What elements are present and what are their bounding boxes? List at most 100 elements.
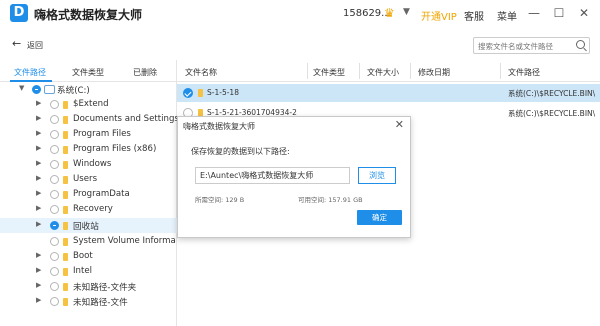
tab-file-type[interactable]: 文件类型 bbox=[72, 67, 104, 78]
folder-icon bbox=[63, 298, 68, 306]
tree-item[interactable]: System Volume Informa bbox=[0, 234, 177, 249]
tree-item-label: $Extend bbox=[73, 99, 109, 109]
item-checkbox[interactable] bbox=[50, 145, 59, 154]
search-input[interactable] bbox=[478, 40, 570, 52]
item-checkbox[interactable] bbox=[50, 100, 59, 109]
crown-icon: ♛ bbox=[384, 6, 395, 20]
file-list-header: 文件名称 文件类型 文件大小 修改日期 文件路径 bbox=[177, 60, 600, 82]
column-divider[interactable] bbox=[307, 63, 308, 79]
row-file-path: 系统(C:)\$RECYCLE.BIN\ bbox=[508, 89, 596, 98]
tree-item-label: Program Files bbox=[73, 129, 131, 139]
app-logo-icon: D bbox=[10, 4, 28, 22]
chevron-right-icon[interactable]: ▶ bbox=[36, 189, 41, 197]
column-header-type[interactable]: 文件类型 bbox=[313, 67, 345, 78]
column-divider[interactable] bbox=[500, 63, 501, 79]
item-checkbox[interactable] bbox=[50, 130, 59, 139]
chevron-down-icon[interactable]: ▼ bbox=[403, 7, 410, 17]
item-checkbox[interactable] bbox=[50, 205, 59, 214]
search-box[interactable] bbox=[473, 37, 590, 54]
drive-icon bbox=[44, 85, 55, 94]
tree-item[interactable]: ▶ Intel bbox=[0, 264, 177, 279]
tree-item[interactable]: ▶ 未知路径-文件夹 bbox=[0, 279, 177, 294]
chevron-right-icon[interactable]: ▶ bbox=[36, 281, 41, 289]
save-path-input[interactable] bbox=[195, 167, 350, 184]
left-panel: 文件路径 文件类型 已删除 ▼ 系统(C:) ▶ $Extend ▶ Docum… bbox=[0, 60, 177, 326]
tree-item[interactable]: ▶ Program Files bbox=[0, 127, 177, 142]
tree-item-selected[interactable]: ▶ 回收站 bbox=[0, 218, 177, 233]
tree-item[interactable]: ▶ 未知路径-文件 bbox=[0, 294, 177, 309]
chevron-right-icon[interactable]: ▶ bbox=[36, 266, 41, 274]
chevron-right-icon[interactable]: ▶ bbox=[36, 220, 41, 228]
close-icon[interactable]: ✕ bbox=[395, 118, 404, 131]
column-header-size[interactable]: 文件大小 bbox=[367, 67, 399, 78]
folder-icon bbox=[63, 283, 68, 291]
item-checkbox[interactable] bbox=[50, 237, 59, 246]
folder-icon bbox=[63, 101, 68, 109]
menu-button[interactable]: 菜单 bbox=[497, 8, 517, 23]
tree-item-label: 回收站 bbox=[73, 222, 99, 232]
chevron-right-icon[interactable]: ▶ bbox=[36, 204, 41, 212]
drive-label: 系统(C:) bbox=[57, 86, 90, 96]
column-header-date[interactable]: 修改日期 bbox=[418, 67, 450, 78]
row-checkbox[interactable] bbox=[183, 88, 193, 98]
chevron-right-icon[interactable]: ▶ bbox=[36, 144, 41, 152]
confirm-button[interactable]: 确定 bbox=[357, 210, 402, 225]
tab-deleted[interactable]: 已删除 bbox=[133, 67, 157, 78]
item-checkbox[interactable] bbox=[50, 267, 59, 276]
column-divider[interactable] bbox=[359, 63, 360, 79]
column-divider[interactable] bbox=[410, 63, 411, 79]
item-checkbox[interactable] bbox=[50, 252, 59, 261]
column-header-path[interactable]: 文件路径 bbox=[508, 67, 540, 78]
chevron-right-icon[interactable]: ▶ bbox=[36, 251, 41, 259]
tree-item[interactable]: ▶ Boot bbox=[0, 249, 177, 264]
browse-button[interactable]: 浏览 bbox=[358, 167, 396, 184]
minimize-icon[interactable]: — bbox=[525, 4, 543, 22]
folder-icon bbox=[198, 89, 203, 97]
folder-icon bbox=[63, 253, 68, 261]
item-checkbox[interactable] bbox=[50, 282, 59, 291]
tree-drive-c[interactable]: ▼ 系统(C:) bbox=[0, 82, 177, 97]
customer-service-button[interactable]: 客服 bbox=[464, 8, 484, 23]
folder-icon bbox=[63, 191, 68, 199]
search-icon[interactable] bbox=[576, 40, 585, 49]
chevron-right-icon[interactable]: ▶ bbox=[36, 174, 41, 182]
tree-item[interactable]: ▶ ProgramData bbox=[0, 187, 177, 202]
back-button[interactable]: 返回 bbox=[27, 40, 43, 51]
table-row[interactable]: S-1-5-18 系统(C:)\$RECYCLE.BIN\ bbox=[177, 84, 600, 102]
close-icon[interactable]: ✕ bbox=[575, 4, 593, 22]
drive-checkbox[interactable] bbox=[32, 85, 41, 94]
item-checkbox[interactable] bbox=[50, 221, 59, 230]
chevron-right-icon[interactable]: ▶ bbox=[36, 114, 41, 122]
tree-item[interactable]: ▶ Recovery bbox=[0, 202, 177, 217]
space-needed-text: 所需空间: 129 B bbox=[195, 196, 245, 204]
item-checkbox[interactable] bbox=[50, 115, 59, 124]
column-header-name[interactable]: 文件名称 bbox=[185, 67, 217, 78]
dialog-prompt: 保存恢复的数据到以下路径: bbox=[191, 147, 290, 156]
tree-item[interactable]: ▶ $Extend bbox=[0, 97, 177, 112]
tree-item-label: 未知路径-文件夹 bbox=[73, 283, 137, 293]
tree-item-label: System Volume Informa bbox=[73, 236, 176, 246]
item-checkbox[interactable] bbox=[50, 190, 59, 199]
tree-item[interactable]: ▶ Documents and Settings bbox=[0, 112, 177, 127]
chevron-right-icon[interactable]: ▶ bbox=[36, 296, 41, 304]
tab-file-path[interactable]: 文件路径 bbox=[14, 67, 46, 78]
open-vip-button[interactable]: 开通VIP bbox=[421, 8, 457, 23]
item-checkbox[interactable] bbox=[50, 297, 59, 306]
item-checkbox[interactable] bbox=[50, 160, 59, 169]
chevron-right-icon[interactable]: ▶ bbox=[36, 99, 41, 107]
tree-item-label: Recovery bbox=[73, 204, 113, 214]
title-bar: D 嗨格式数据恢复大师 158629... ♛ ▼ 开通VIP 客服 菜单 — … bbox=[0, 0, 600, 28]
maximize-icon[interactable]: ☐ bbox=[550, 4, 568, 22]
tree-item-label: Boot bbox=[73, 251, 93, 261]
back-arrow-icon[interactable]: ← bbox=[12, 37, 21, 50]
chevron-right-icon[interactable]: ▶ bbox=[36, 129, 41, 137]
tree-item-label: 未知路径-文件 bbox=[73, 298, 128, 308]
tree-item[interactable]: ▶ Program Files (x86) bbox=[0, 142, 177, 157]
tree-item[interactable]: ▶ Users bbox=[0, 172, 177, 187]
folder-icon bbox=[63, 206, 68, 214]
left-tabs: 文件路径 文件类型 已删除 bbox=[0, 60, 177, 82]
chevron-right-icon[interactable]: ▶ bbox=[36, 159, 41, 167]
chevron-down-icon[interactable]: ▼ bbox=[19, 84, 24, 92]
tree-item[interactable]: ▶ Windows bbox=[0, 157, 177, 172]
item-checkbox[interactable] bbox=[50, 175, 59, 184]
